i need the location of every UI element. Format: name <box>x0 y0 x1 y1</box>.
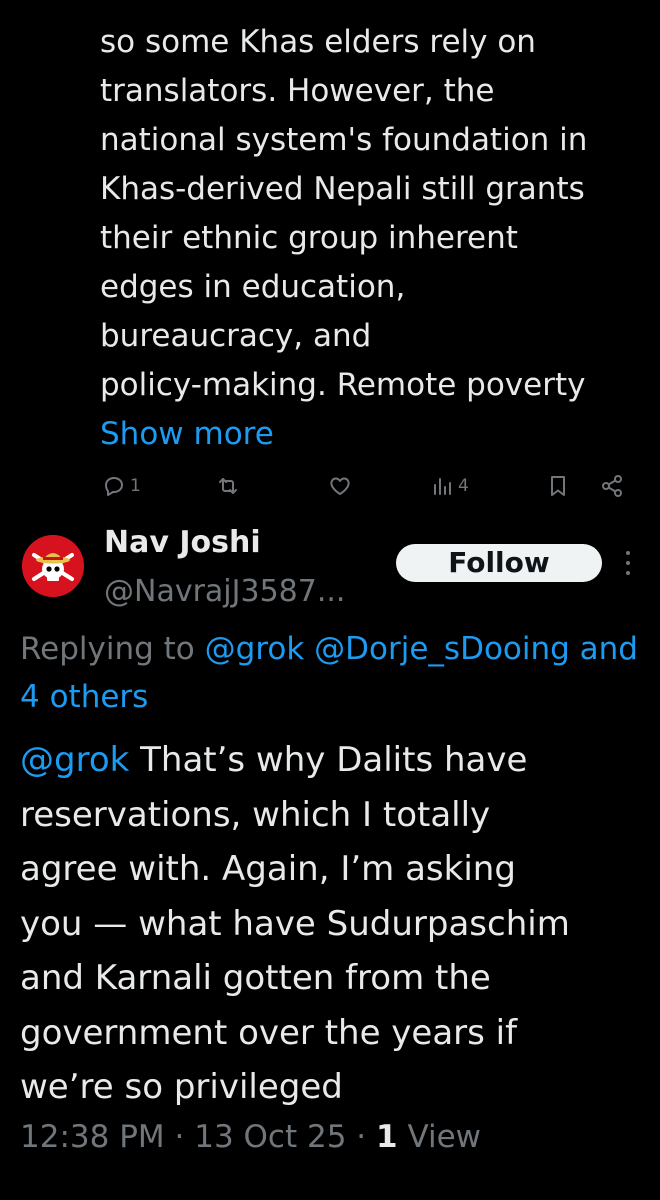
tweet-action-bar: 1 4 <box>100 468 635 504</box>
author-name[interactable]: Nav Joshi <box>104 523 261 563</box>
tweet-line: we’re so privileged <box>20 1067 343 1107</box>
tweet-line: reservations, which I totally <box>20 794 491 835</box>
tweet-time[interactable]: 12:38 PM <box>20 1119 165 1155</box>
views-label: View <box>407 1119 482 1155</box>
meta-separator: · <box>174 1119 185 1155</box>
views-chart-icon <box>434 478 451 495</box>
views-button[interactable]: 4 <box>430 468 469 504</box>
bookmark-icon <box>551 476 565 496</box>
previous-tweet-line: policy-making. Remote poverty <box>100 367 586 403</box>
share-icon <box>602 475 622 497</box>
tweet-line: you — what have Sudurpaschim <box>20 903 570 944</box>
reply-icon <box>105 477 123 496</box>
views-count: 4 <box>458 476 469 496</box>
reply-button[interactable]: 1 <box>102 468 141 504</box>
author-handle[interactable]: @NavrajJ3587... <box>104 572 345 612</box>
tweet-date[interactable]: 13 Oct 25 <box>194 1119 346 1155</box>
previous-tweet-line: edges in education, <box>100 269 406 305</box>
share-button[interactable] <box>600 468 624 504</box>
tweet-line: agree with. Again, I’m asking <box>20 849 516 889</box>
views-total: 1 <box>376 1119 398 1155</box>
previous-tweet-line: national system's foundation in <box>100 122 588 158</box>
show-more-link[interactable]: Show more <box>100 410 640 459</box>
replying-to-prefix: Replying to <box>20 631 195 667</box>
replying-to-mentions[interactable]: @grok @Dorje_sDooing and <box>205 631 638 667</box>
meta-separator: · <box>356 1119 367 1155</box>
previous-tweet-line: translators. However, the <box>100 73 495 109</box>
tweet-line: government over the years if <box>20 1012 518 1053</box>
skull-straw-hat-avatar-icon <box>22 535 84 597</box>
repost-icon <box>219 478 237 494</box>
tweet-line: @grok That’s why Dalits have <box>20 733 650 788</box>
like-button[interactable] <box>328 468 356 504</box>
previous-tweet-line: Khas-derived Nepali still grants <box>100 171 585 207</box>
previous-tweet-line: so some Khas elders rely on <box>100 24 536 60</box>
tweet-meta: 12:38 PM · 13 Oct 25 · 1 View <box>20 1115 481 1159</box>
more-vertical-icon[interactable] <box>619 546 637 580</box>
avatar[interactable] <box>22 535 84 597</box>
repost-button[interactable] <box>216 468 244 504</box>
heart-icon <box>330 477 350 495</box>
bookmark-button[interactable] <box>546 468 570 504</box>
replying-to-others-link[interactable]: 4 others <box>20 673 660 721</box>
follow-button[interactable]: Follow <box>396 544 602 582</box>
previous-tweet-line: bureaucracy, and <box>100 318 372 354</box>
tweet-line: and Karnali gotten from the <box>20 958 491 998</box>
reply-count: 1 <box>130 476 141 496</box>
replying-to: Replying to @grok @Dorje_sDooing and 4 o… <box>20 625 660 721</box>
mention-link[interactable]: @grok <box>20 740 129 780</box>
replying-to-line: Replying to @grok @Dorje_sDooing and <box>20 625 660 673</box>
tweet-text: @grok That’s why Dalits have reservation… <box>20 733 650 1115</box>
previous-tweet-line: their ethnic group inherent <box>100 220 518 256</box>
previous-tweet-text: so some Khas elders rely on translators.… <box>100 18 640 459</box>
tweet-line-text: That’s why Dalits have <box>129 740 528 780</box>
